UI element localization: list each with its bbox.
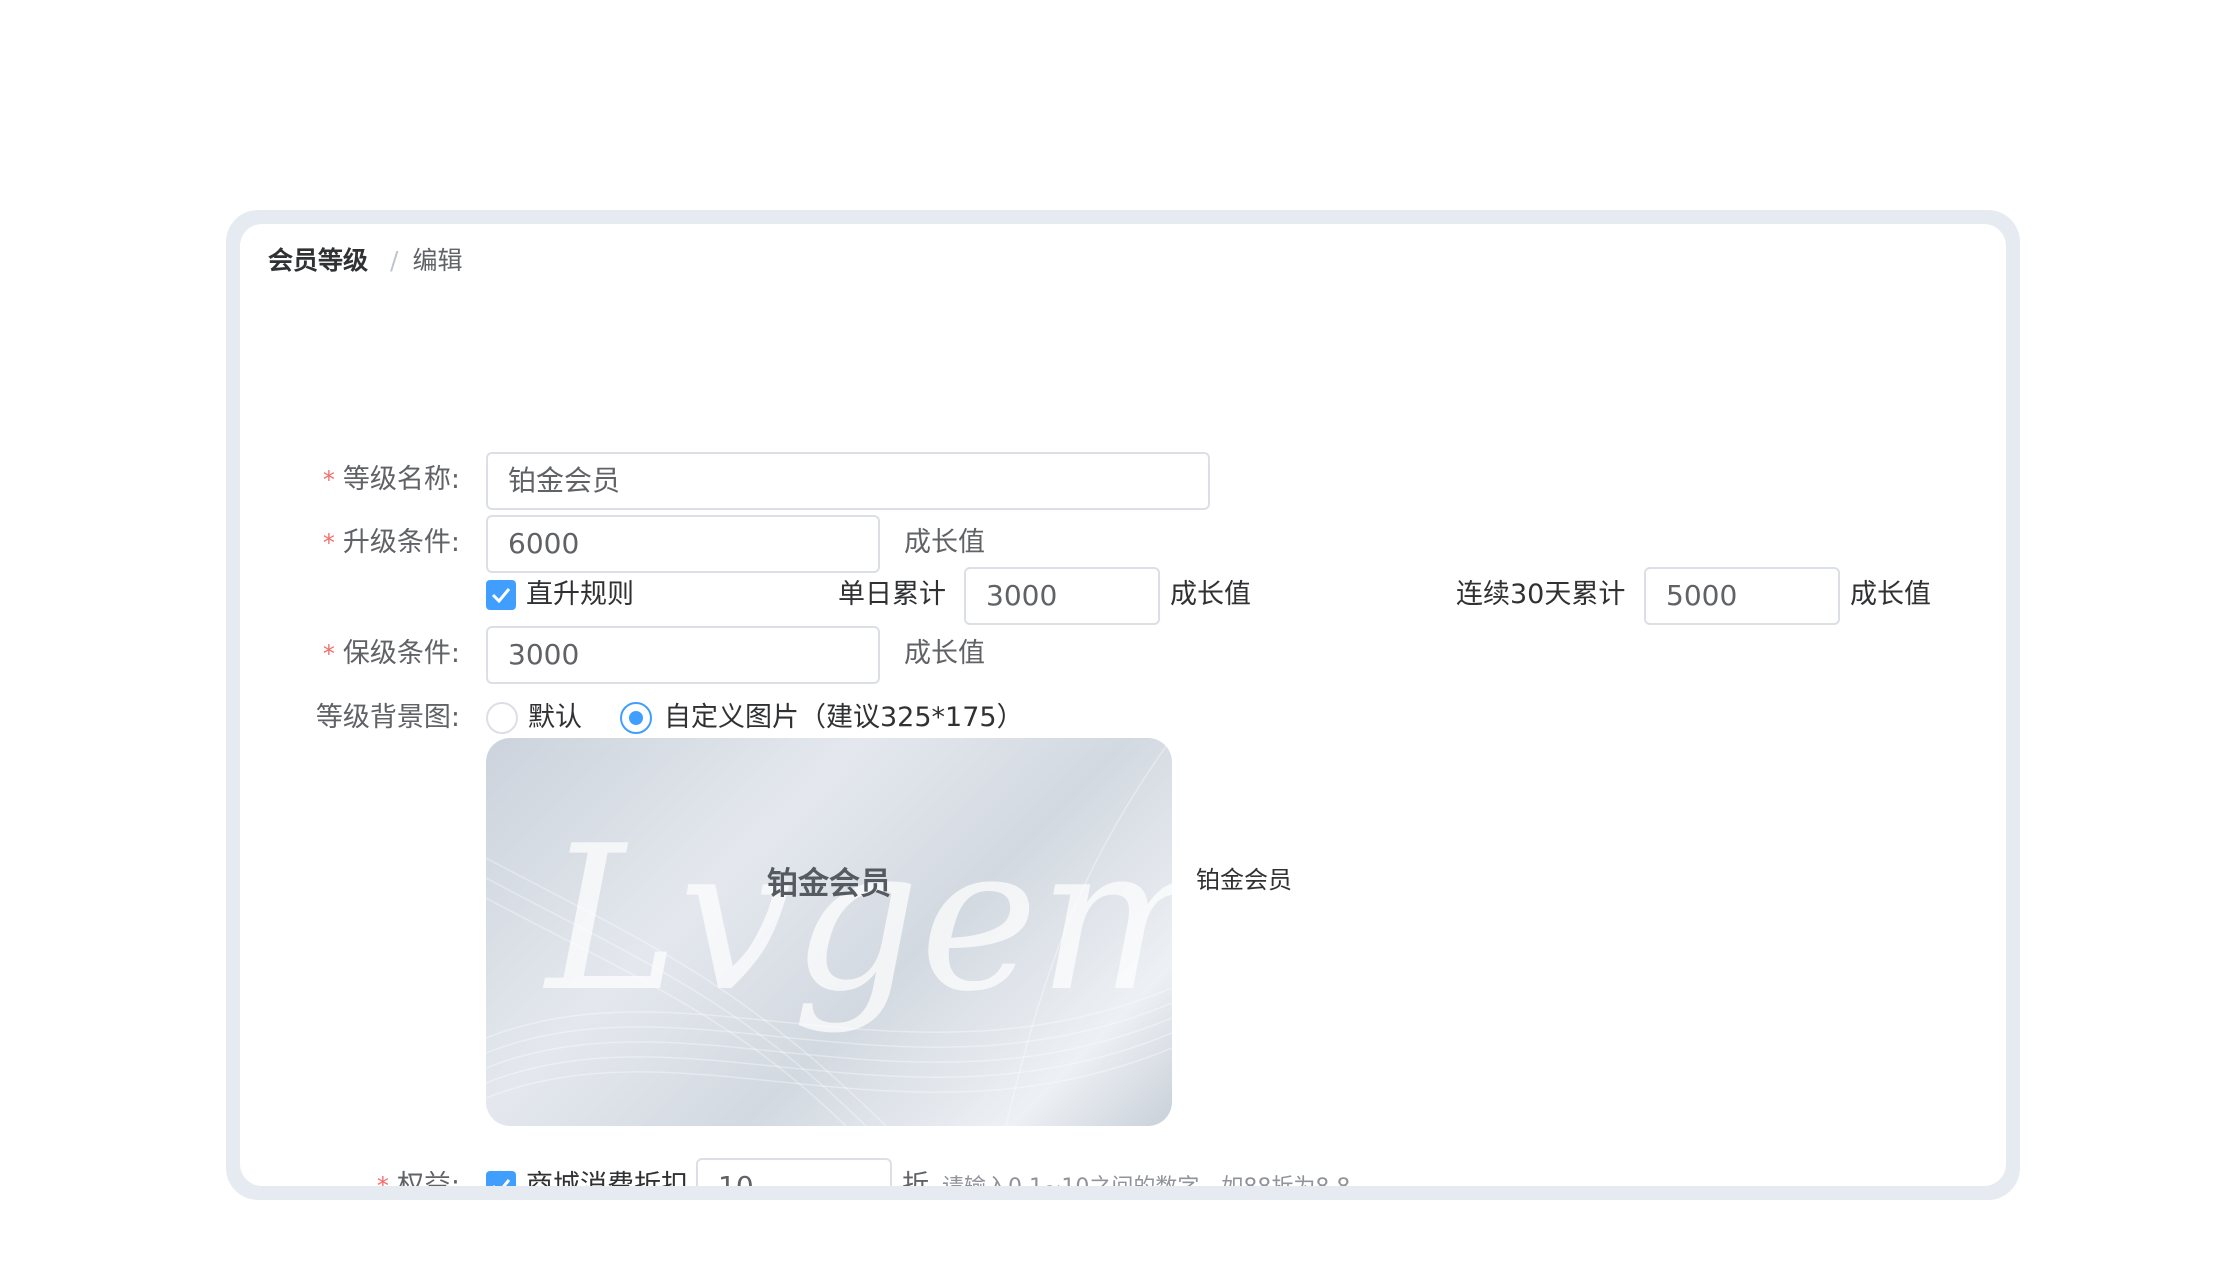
edit-panel: 会员等级 / 编辑 * 等级名称: 铂金会员 * 升级条件: 6000 成长值 直升规则… <box>240 224 2006 1186</box>
card-watermark-script: Lvgem <box>542 803 1172 1036</box>
radio-custom-image-label[interactable]: 自定义图片（建议325*175） <box>664 698 1024 738</box>
background-label: 等级背景图: <box>315 702 460 733</box>
level-card-preview[interactable]: Lvgem 铂金会员 <box>486 738 1172 1126</box>
keep-condition-input[interactable]: 3000 <box>486 626 880 684</box>
card-title: 铂金会员 <box>767 866 891 902</box>
mall-discount-unit: 折 <box>902 1170 929 1186</box>
required-mark: * <box>322 466 335 494</box>
card-caption: 铂金会员 <box>1196 866 1292 894</box>
upgrade-condition-input[interactable]: 6000 <box>486 515 880 573</box>
breadcrumb-current: 编辑 <box>412 246 463 275</box>
required-mark: * <box>376 1172 389 1186</box>
direct-rule-checkbox[interactable] <box>486 580 516 610</box>
check-icon <box>491 588 511 604</box>
radio-default[interactable] <box>486 702 518 734</box>
mall-discount-label[interactable]: 商城消费折扣 <box>526 1166 688 1186</box>
required-mark: * <box>322 529 335 557</box>
level-name-input[interactable]: 铂金会员 <box>486 452 1210 510</box>
daily-accumulate-input[interactable]: 3000 <box>964 567 1160 625</box>
breadcrumb-separator: / <box>390 246 399 275</box>
breadcrumb: 会员等级 / 编辑 <box>268 236 462 286</box>
rights-label: * 权益: <box>240 1166 460 1186</box>
thirty-day-label: 连续30天累计 <box>1456 579 1626 610</box>
mall-discount-input[interactable]: 10 <box>696 1158 892 1186</box>
daily-accumulate-label: 单日累计 <box>838 579 946 610</box>
breadcrumb-parent[interactable]: 会员等级 <box>268 246 368 275</box>
thirty-day-input[interactable]: 5000 <box>1644 567 1840 625</box>
upgrade-condition-label: * 升级条件: <box>322 527 460 558</box>
keep-unit: 成长值 <box>904 638 985 669</box>
radio-custom-image[interactable] <box>620 702 652 734</box>
mall-discount-hint: 请输入0.1~10之间的数字，如88折为8.8 <box>942 1168 1350 1186</box>
direct-rule-label[interactable]: 直升规则 <box>526 575 634 615</box>
radio-default-label[interactable]: 默认 <box>528 698 582 738</box>
keep-condition-label: * 保级条件: <box>322 638 460 669</box>
required-mark: * <box>322 640 335 668</box>
card-background-art: Lvgem <box>486 738 1172 1126</box>
mall-discount-checkbox[interactable] <box>486 1171 516 1186</box>
thirty-day-unit: 成长值 <box>1850 579 1931 610</box>
upgrade-unit: 成长值 <box>904 527 985 558</box>
level-name-label: * 等级名称: <box>322 464 460 495</box>
check-icon <box>493 1179 511 1186</box>
daily-unit: 成长值 <box>1170 579 1251 610</box>
